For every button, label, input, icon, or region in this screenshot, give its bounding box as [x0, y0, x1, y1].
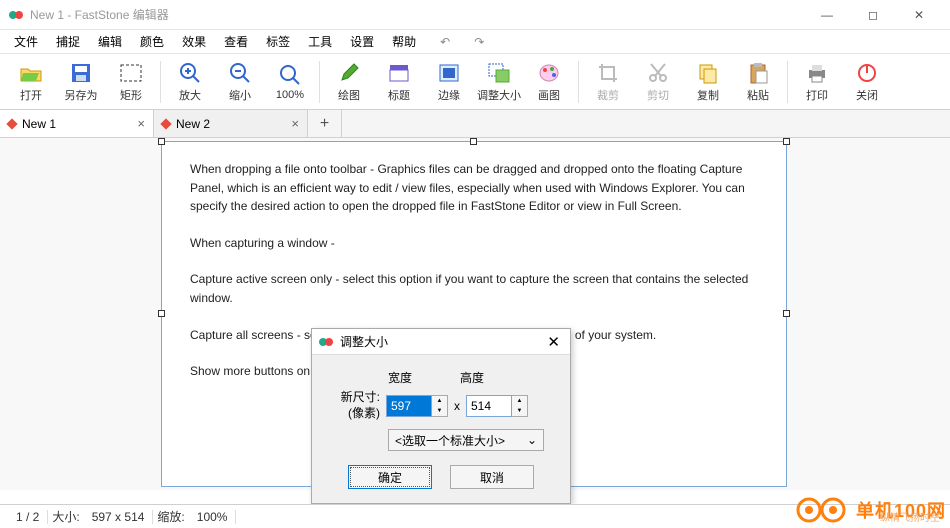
selection-handle[interactable] — [783, 138, 790, 145]
add-tab-button[interactable]: + — [308, 110, 342, 137]
selection-handle[interactable] — [158, 310, 165, 317]
chevron-down-icon: ⌄ — [527, 433, 537, 447]
marquee-icon — [120, 64, 142, 82]
zoom-label: 缩放: — [157, 508, 184, 525]
menu-file[interactable]: 文件 — [6, 31, 46, 52]
size-value: 597 x 514 — [84, 510, 154, 524]
canvas-button[interactable]: 画图 — [524, 56, 574, 108]
height-spinner[interactable]: ▲▼ — [466, 395, 528, 417]
height-input[interactable] — [466, 395, 512, 417]
page-indicator: 1 / 2 — [8, 510, 48, 524]
menu-capture[interactable]: 捕捉 — [48, 31, 88, 52]
tab-new1[interactable]: New 1× — [0, 110, 154, 137]
window-title: New 1 - FastStone 编辑器 — [30, 6, 804, 23]
paste-button[interactable]: 粘贴 — [733, 56, 783, 108]
crop-button[interactable]: 裁剪 — [583, 56, 633, 108]
printer-icon — [806, 63, 828, 83]
canvas-area: When dropping a file onto toolbar - Grap… — [0, 138, 950, 490]
pencil-icon — [338, 62, 360, 84]
minimize-button[interactable]: — — [804, 0, 850, 30]
diamond-icon — [160, 118, 171, 129]
app-icon — [8, 7, 24, 23]
tab-close-icon[interactable]: × — [137, 116, 145, 131]
spin-up-icon[interactable]: ▲ — [512, 396, 527, 406]
maximize-button[interactable]: ◻ — [850, 0, 896, 30]
undo-icon[interactable]: ↶ — [432, 33, 458, 51]
menu-tool[interactable]: 工具 — [300, 31, 340, 52]
zoomout-button[interactable]: 缩小 — [215, 56, 265, 108]
menu-color[interactable]: 颜色 — [132, 31, 172, 52]
crop-icon — [597, 62, 619, 84]
power-icon — [856, 62, 878, 84]
zoom-in-icon — [179, 62, 201, 84]
tab-new2[interactable]: New 2× — [154, 110, 308, 137]
selection-handle[interactable] — [158, 138, 165, 145]
eyes-icon — [796, 496, 848, 524]
zoom-100-icon — [279, 64, 301, 86]
menubar: 文件 捕捉 编辑 颜色 效果 查看 标签 工具 设置 帮助 ↶ ↷ — [0, 30, 950, 54]
menu-help[interactable]: 帮助 — [384, 31, 424, 52]
tabbar: New 1× New 2× + — [0, 110, 950, 138]
copy-icon — [697, 62, 719, 84]
pixels-label: (像素) — [324, 406, 380, 422]
palette-icon — [538, 63, 560, 83]
menu-edit[interactable]: 编辑 — [90, 31, 130, 52]
draw-button[interactable]: 绘图 — [324, 56, 374, 108]
width-input[interactable] — [386, 395, 432, 417]
toolbar: 打开 另存为 矩形 放大 缩小 100% 绘图 标题 边缘 调整大小 画图 裁剪… — [0, 54, 950, 110]
app-icon — [318, 334, 334, 350]
spin-down-icon[interactable]: ▼ — [432, 406, 447, 416]
menu-label[interactable]: 标签 — [258, 31, 298, 52]
copy-button[interactable]: 复制 — [683, 56, 733, 108]
zoomin-button[interactable]: 放大 — [165, 56, 215, 108]
selection-handle[interactable] — [783, 310, 790, 317]
caption-icon — [388, 63, 410, 83]
newsize-label: 新尺寸: — [324, 390, 380, 406]
open-button[interactable]: 打开 — [6, 56, 56, 108]
standard-size-combo[interactable]: <选取一个标准大小> ⌄ — [388, 429, 544, 451]
menu-settings[interactable]: 设置 — [342, 31, 382, 52]
zoom-out-icon — [229, 62, 251, 84]
height-label: 高度 — [460, 369, 484, 386]
resize-button[interactable]: 调整大小 — [474, 56, 524, 108]
saveas-button[interactable]: 另存为 — [56, 56, 106, 108]
close-window-button[interactable]: ✕ — [896, 0, 942, 30]
dialog-title: 调整大小 — [340, 333, 543, 350]
menu-effect[interactable]: 效果 — [174, 31, 214, 52]
edge-icon — [438, 63, 460, 83]
watermark: 单机100网 纵情飞扬时空 — [796, 496, 946, 524]
spin-down-icon[interactable]: ▼ — [512, 406, 527, 416]
spin-up-icon[interactable]: ▲ — [432, 396, 447, 406]
ok-button[interactable]: 确定 — [348, 465, 432, 489]
width-spinner[interactable]: ▲▼ — [386, 395, 448, 417]
resize-dialog: 调整大小 ✕ 宽度 高度 新尺寸: (像素) ▲▼ x ▲▼ — [311, 328, 571, 504]
menu-view[interactable]: 查看 — [216, 31, 256, 52]
size-label: 大小: — [52, 508, 79, 525]
edge-button[interactable]: 边缘 — [424, 56, 474, 108]
diamond-icon — [6, 118, 17, 129]
redo-icon[interactable]: ↷ — [466, 33, 492, 51]
save-icon — [70, 62, 92, 84]
zoom-value: 100% — [189, 510, 237, 524]
folder-open-icon — [19, 63, 43, 83]
tab-close-icon[interactable]: × — [291, 116, 299, 131]
scissors-icon — [647, 62, 669, 84]
paste-icon — [747, 62, 769, 84]
width-label: 宽度 — [388, 369, 412, 386]
close-button[interactable]: 关闭 — [842, 56, 892, 108]
cut-button[interactable]: 剪切 — [633, 56, 683, 108]
caption-button[interactable]: 标题 — [374, 56, 424, 108]
dialog-close-button[interactable]: ✕ — [543, 333, 564, 351]
selection-handle[interactable] — [470, 138, 477, 145]
rect-button[interactable]: 矩形 — [106, 56, 156, 108]
cancel-button[interactable]: 取消 — [450, 465, 534, 489]
resize-icon — [488, 63, 510, 83]
zoom100-button[interactable]: 100% — [265, 56, 315, 108]
print-button[interactable]: 打印 — [792, 56, 842, 108]
times-label: x — [454, 399, 460, 413]
